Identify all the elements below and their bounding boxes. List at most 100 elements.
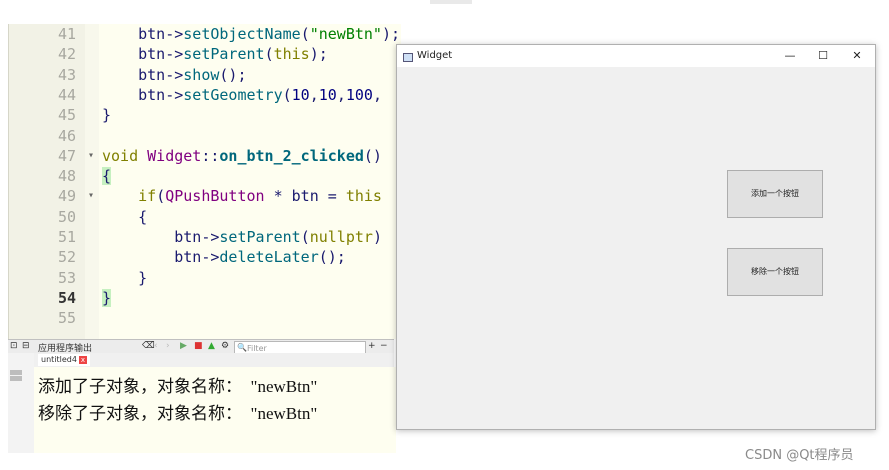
code-text: btn->setObjectName("newBtn");: [102, 24, 400, 44]
run-icon[interactable]: ▶: [180, 341, 187, 351]
code-line[interactable]: 49 ▾ if(QPushButton * btn = this: [9, 186, 401, 206]
code-line[interactable]: 55: [9, 308, 401, 328]
panel-close-icon[interactable]: ⊟: [22, 341, 30, 351]
code-line[interactable]: 43 btn->show();: [9, 65, 401, 85]
code-line[interactable]: 42 btn->setParent(this);: [9, 44, 401, 64]
code-text: btn->setGeometry(10,10,100,: [102, 85, 382, 105]
settings-gear-icon[interactable]: ⚙: [221, 341, 229, 351]
code-line[interactable]: 52 btn->deleteLater();: [9, 247, 401, 267]
tab-untitled4[interactable]: untitled4 x: [38, 354, 90, 366]
code-text: btn->setParent(this);: [102, 44, 328, 64]
next-icon[interactable]: ›: [166, 341, 170, 351]
line-number: 44: [57, 85, 76, 104]
code-line[interactable]: 41 btn->setObjectName("newBtn");: [9, 24, 401, 44]
application-output[interactable]: 添加了子对象，对象名称： "newBtn" 移除了子对象，对象名称： "newB…: [34, 367, 396, 453]
zoom-out-icon[interactable]: −: [380, 341, 388, 351]
code-token: * btn =: [264, 187, 346, 206]
code-text: btn->show();: [102, 65, 246, 85]
code-text: btn->setParent(nullptr): [102, 227, 382, 247]
code-token: btn->: [102, 248, 220, 267]
tab-close-icon[interactable]: x: [78, 356, 87, 364]
code-line[interactable]: 45}: [9, 105, 401, 125]
code-token: setParent: [219, 228, 301, 246]
code-token: );: [309, 45, 328, 64]
code-token: {: [102, 167, 112, 186]
code-text: }: [102, 268, 147, 288]
remove-button[interactable]: 移除一个按钮: [727, 248, 823, 296]
prev-icon[interactable]: ‹: [154, 341, 158, 351]
line-number: 41: [57, 25, 76, 43]
code-line[interactable]: 47 ▾ void Widget::on_btn_2_clicked(): [9, 146, 401, 166]
code-token: (): [363, 146, 382, 165]
widget-window: Widget — ☐ ✕ 添加一个按钮 移除一个按钮: [396, 44, 876, 430]
fold-toggle-icon[interactable]: ▾: [85, 186, 97, 206]
close-icon[interactable]: ✕: [846, 48, 868, 64]
fold-toggle-icon[interactable]: ▾: [85, 146, 97, 166]
code-text: }: [102, 288, 112, 308]
code-text: {: [102, 207, 147, 227]
maximize-icon[interactable]: ☐: [812, 48, 834, 64]
code-text: {: [102, 166, 112, 186]
output-panel-toolbar: ⊡ ⊟ 应用程序输出 ⌫ ‹ › ▶ ■ ▲ ⚙ 🔍 Filter + −: [8, 339, 394, 354]
code-text: btn->deleteLater();: [102, 247, 346, 267]
line-number: 52: [57, 248, 76, 267]
code-line[interactable]: 48 {: [9, 166, 401, 186]
code-token: }: [102, 106, 112, 125]
code-text: void Widget::on_btn_2_clicked(): [102, 146, 382, 166]
code-token: ): [372, 228, 382, 246]
line-number: 50: [57, 207, 76, 226]
code-token: deleteLater: [219, 248, 319, 267]
code-token: btn->: [102, 25, 184, 43]
line-number: 45: [57, 106, 76, 125]
code-line[interactable]: 50 {: [9, 207, 401, 227]
code-token: }: [102, 268, 148, 287]
code-line[interactable]: 46: [9, 126, 401, 146]
code-token: setParent: [183, 45, 265, 64]
zoom-in-icon[interactable]: +: [368, 341, 376, 351]
toolbar-handle: [430, 0, 472, 4]
code-token: this: [345, 187, 382, 206]
code-token: "newBtn": [309, 25, 382, 43]
minimize-icon[interactable]: —: [779, 48, 801, 64]
code-token: setGeometry: [183, 85, 283, 104]
code-token: this: [273, 45, 310, 64]
line-number: 48: [57, 167, 76, 186]
code-token: ::: [201, 146, 220, 165]
code-token: );: [381, 25, 401, 43]
code-line[interactable]: 51 btn->setParent(nullptr): [9, 227, 401, 247]
add-button[interactable]: 添加一个按钮: [727, 170, 823, 218]
code-token: ,: [372, 85, 382, 104]
output-line-1: 添加了子对象，对象名称： "newBtn": [38, 377, 318, 396]
code-line[interactable]: 54}: [9, 288, 401, 308]
attach-debugger-icon[interactable]: ▲: [208, 341, 215, 351]
output-side-strip: [8, 353, 35, 453]
code-editor[interactable]: 41 btn->setObjectName("newBtn"); 42 btn->…: [8, 24, 401, 339]
code-token: void: [102, 146, 148, 165]
code-line[interactable]: 53 }: [9, 268, 401, 288]
line-number: 55: [57, 309, 76, 328]
line-number: 51: [57, 228, 76, 246]
code-token: btn->: [102, 45, 184, 64]
code-token: 10: [318, 85, 337, 104]
code-token: ,: [309, 85, 319, 104]
code-text: }: [102, 105, 111, 125]
app-window-icon: [403, 53, 413, 62]
code-token: (: [156, 187, 166, 206]
code-line[interactable]: 44 btn->setGeometry(10,10,100,: [9, 85, 401, 105]
line-number: 46: [57, 126, 76, 145]
code-token: ,: [336, 85, 346, 104]
line-number: 47: [57, 146, 76, 165]
window-titlebar[interactable]: Widget — ☐ ✕: [397, 45, 875, 67]
code-token: show: [183, 65, 220, 84]
code-token: nullptr: [309, 228, 373, 246]
code-token: btn->: [102, 65, 184, 84]
stop-icon[interactable]: ■: [194, 341, 203, 351]
clear-icon[interactable]: ⌫: [142, 341, 155, 351]
panel-toggle-icon[interactable]: ⊡: [10, 341, 18, 351]
code-token: 10: [291, 85, 310, 104]
code-token: ();: [318, 248, 346, 267]
code-token: on_btn_2_clicked: [219, 146, 364, 165]
code-token: btn->: [102, 228, 220, 246]
code-token: {: [102, 207, 148, 226]
